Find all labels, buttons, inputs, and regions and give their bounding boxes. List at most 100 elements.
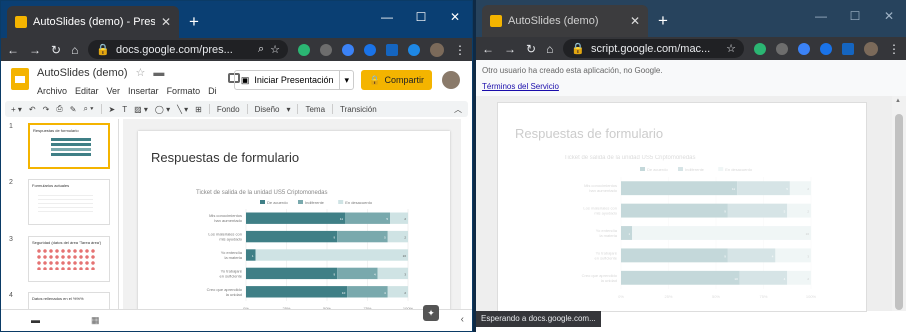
account-avatar[interactable] (442, 71, 460, 89)
thumbnail-preview[interactable]: Respuestas de formulario (28, 123, 110, 169)
data-label: 10 (342, 291, 346, 295)
maximize-icon[interactable]: ☐ (404, 1, 438, 33)
url-text: script.google.com/mac... (591, 42, 711, 55)
address-bar[interactable]: 🔒 docs.google.com/pres... ⌕ ☆ (88, 40, 288, 59)
trello-icon[interactable] (842, 42, 854, 55)
extension-icon[interactable] (408, 43, 420, 56)
share-label: Compartir (384, 75, 424, 85)
share-button[interactable]: 🔒 Compartir (361, 70, 432, 90)
extension-icon[interactable] (298, 43, 310, 56)
category-label: Yo entendía la materia (221, 250, 243, 260)
thumbnail-title: Formularios actuales (32, 183, 70, 188)
folder-icon[interactable]: ▬ (153, 67, 164, 79)
transition-button[interactable]: Transición (340, 105, 377, 114)
reload-icon[interactable]: ↻ (51, 43, 61, 57)
close-window-icon[interactable]: ✕ (438, 1, 472, 33)
grid-view-icon[interactable]: ▬ (31, 315, 40, 325)
home-icon[interactable]: ⌂ (546, 42, 553, 56)
profile-avatar[interactable] (864, 41, 878, 56)
extension-icon[interactable] (776, 42, 788, 55)
close-window-icon[interactable]: ✕ (872, 0, 906, 32)
extension-icon[interactable] (798, 42, 810, 55)
category-label: Yo trabajaré en suficiente (220, 268, 243, 278)
line-icon[interactable]: ╲ ▾ (177, 105, 188, 114)
extension-icon[interactable] (820, 42, 832, 55)
menu-slide[interactable]: Di (208, 86, 217, 96)
menu-view[interactable]: Ver (107, 86, 121, 96)
vertical-scrollbar[interactable]: ▲ (892, 96, 906, 311)
chart[interactable]: Ticket de salida de la unidad US5 Cripto… (138, 131, 450, 314)
background-button[interactable]: Fondo (217, 105, 240, 114)
lock-icon: 🔒 (96, 44, 111, 56)
menu-file[interactable]: Archivo (37, 86, 67, 96)
browser-tab-script[interactable]: AutoSlides (demo) ✕ (482, 5, 648, 37)
scrollbar-thumb[interactable] (895, 114, 903, 310)
data-label: 10 (734, 277, 738, 281)
select-icon[interactable]: ➤ (109, 105, 116, 114)
chevron-down-icon[interactable]: ▾ (340, 75, 353, 86)
extension-icon[interactable] (754, 42, 766, 55)
bar-segment (337, 230, 388, 243)
star-icon[interactable]: ☆ (136, 66, 146, 79)
close-tab-icon[interactable]: ✕ (630, 14, 640, 28)
profile-avatar[interactable] (430, 42, 444, 57)
menu-dots-icon[interactable]: ⋮ (454, 43, 466, 57)
present-button[interactable]: ▣ Iniciar Presentación ▾ (233, 70, 354, 90)
theme-button[interactable]: Tema (305, 105, 325, 114)
minimize-icon[interactable]: — (370, 1, 404, 33)
terms-link[interactable]: Términos del Servicio (482, 82, 900, 91)
address-bar[interactable]: 🔒 script.google.com/mac... ☆ (563, 39, 744, 58)
scroll-up-icon[interactable]: ▲ (895, 98, 901, 104)
document-title[interactable]: AutoSlides (demo) (37, 67, 128, 79)
reload-icon[interactable]: ↻ (526, 42, 536, 56)
search-icon[interactable]: ⌕ (258, 43, 264, 56)
slide-thumbnail[interactable]: 2 Formularios actuales (9, 179, 110, 225)
menu-edit[interactable]: Editar (75, 86, 99, 96)
image-icon[interactable]: ▨ ▾ (134, 105, 148, 114)
trello-icon[interactable] (386, 43, 398, 56)
shape-icon[interactable]: ◯ ▾ (155, 105, 170, 114)
home-icon[interactable]: ⌂ (71, 43, 78, 57)
menu-dots-icon[interactable]: ⋮ (888, 42, 900, 56)
text-box-icon[interactable]: T (122, 105, 127, 114)
legend-swatch (678, 167, 683, 171)
redo-icon[interactable]: ↷ (43, 105, 50, 114)
new-tab-icon[interactable]: + (658, 11, 668, 31)
thumbnail-preview[interactable]: Formularios actuales (28, 179, 110, 225)
extension-icon[interactable] (364, 43, 376, 56)
menu-insert[interactable]: Insertar (128, 86, 159, 96)
paint-format-icon[interactable]: ✎ (70, 105, 77, 114)
new-tab-icon[interactable]: + (189, 12, 199, 32)
explore-icon[interactable]: ✦ (423, 305, 439, 321)
forward-icon[interactable]: → (504, 42, 516, 56)
menu-format[interactable]: Formato (167, 86, 201, 96)
comment-add-icon[interactable]: ⊞ (195, 105, 202, 114)
slide-thumbnail[interactable]: 3 Seguridad (datos del área 'Tarea área'… (9, 236, 110, 282)
bar-segment (246, 286, 348, 298)
bookmark-star-icon[interactable]: ☆ (270, 43, 280, 56)
slide-canvas[interactable]: Respuestas de formulario Ticket de salid… (138, 131, 450, 314)
collapse-panel-icon[interactable]: ‹ (461, 314, 464, 325)
close-tab-icon[interactable]: ✕ (161, 15, 171, 29)
category-label: Los materiales con mis ayudado (583, 206, 617, 216)
layout-button[interactable]: Diseño (255, 105, 280, 114)
undo-icon[interactable]: ↶ (29, 105, 36, 114)
slides-logo-icon[interactable] (11, 68, 29, 90)
extension-icon[interactable] (320, 43, 332, 56)
zoom-icon[interactable]: ⌕ ▾ (83, 104, 93, 114)
back-icon[interactable]: ← (7, 43, 19, 57)
list-view-icon[interactable]: ▦ (91, 315, 100, 326)
print-icon[interactable]: ⎙ (56, 104, 62, 114)
back-icon[interactable]: ← (482, 42, 494, 56)
add-slide-icon[interactable]: + ▾ (11, 105, 22, 114)
minimize-icon[interactable]: — (804, 0, 838, 32)
forward-icon[interactable]: → (29, 43, 41, 57)
collapse-icon[interactable]: ︿ (454, 104, 462, 115)
browser-tab-slides[interactable]: AutoSlides (demo) - Presentacion... ✕ (7, 6, 179, 38)
maximize-icon[interactable]: ☐ (838, 0, 872, 32)
extension-icon[interactable] (342, 43, 354, 56)
thumbnail-preview[interactable]: Seguridad (datos del área 'Tarea área') (28, 236, 110, 282)
chevron-down-icon[interactable]: ▾ (286, 105, 290, 114)
bookmark-star-icon[interactable]: ☆ (726, 42, 736, 55)
slide-thumbnail[interactable]: 1 Respuestas de formulario (9, 123, 110, 169)
